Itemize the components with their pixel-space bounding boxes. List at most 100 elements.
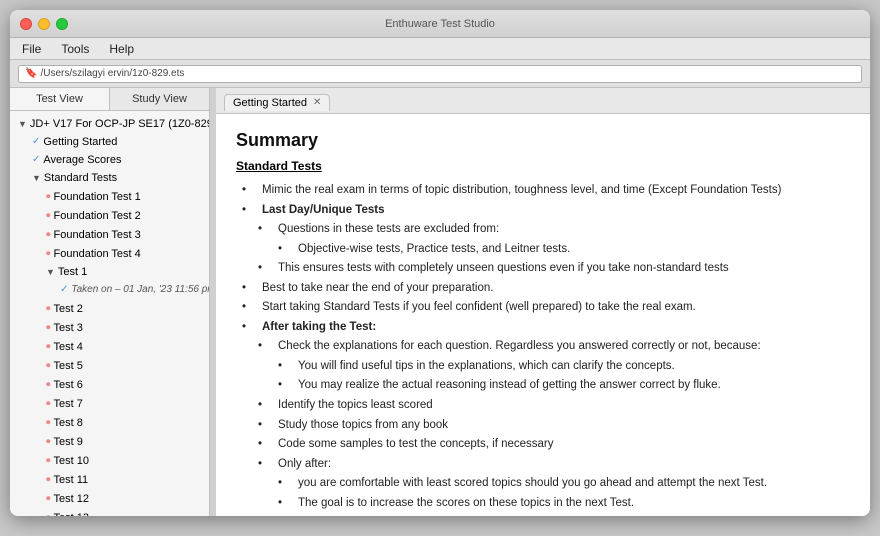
tree-item-icon: ⏺	[46, 490, 51, 507]
content-item: •Objective-wise tests, Practice tests, a…	[236, 240, 850, 260]
content-item: •Code some samples to test the concepts,…	[236, 435, 850, 455]
tree-item-label: Foundation Test 1	[54, 189, 141, 205]
tree-item-label: Test 4	[54, 339, 83, 355]
menubar: File Tools Help	[10, 38, 870, 60]
tree-item-icon: ⏺	[46, 471, 51, 488]
tree-item-label: Foundation Test 2	[54, 208, 141, 224]
tree-item-icon: ⏺	[46, 226, 51, 243]
content-item: •Check the explanations for each questio…	[236, 337, 850, 357]
main-window: Enthuware Test Studio File Tools Help 🔖 …	[10, 10, 870, 516]
tree-item-label: Getting Started	[43, 134, 117, 150]
tree-item-label: JD+ V17 For OCP-JP SE17 (1Z0-829)	[30, 116, 209, 132]
tree-item-icon: ⏺	[46, 245, 51, 262]
tree-item-icon: ✓	[60, 282, 68, 298]
tab-test-view[interactable]: Test View	[10, 88, 110, 110]
tree-item[interactable]: ⏺ Foundation Test 2	[10, 206, 209, 225]
path-text: /Users/szilagyi ervin/1z0-829.ets	[40, 68, 184, 79]
main-tab-getting-started[interactable]: Getting Started ✕	[224, 94, 330, 111]
tree-item[interactable]: ⏺ Test 8	[10, 413, 209, 432]
tree-item-label: Test 11	[54, 472, 89, 488]
traffic-lights	[20, 18, 68, 30]
tree-item-icon: ⏺	[46, 357, 51, 374]
content-item: •Consider yourself well prepared once yo…	[236, 513, 850, 516]
menu-help[interactable]: Help	[105, 40, 138, 58]
tree-item-icon: ⏺	[46, 433, 51, 450]
tree-item-label: Average Scores	[43, 152, 121, 168]
main-panel: Getting Started ✕ Summary Standard Tests…	[216, 88, 870, 516]
main-tab-bar: Getting Started ✕	[216, 88, 870, 114]
tab-study-view[interactable]: Study View	[110, 88, 209, 110]
section-title: Standard Tests	[236, 159, 850, 173]
content-item: •Mimic the real exam in terms of topic d…	[236, 181, 850, 201]
content-item: •you are comfortable with least scored t…	[236, 474, 850, 494]
sidebar-tab-bar: Test View Study View	[10, 88, 209, 111]
content-item: •Start taking Standard Tests if you feel…	[236, 298, 850, 318]
tree-item[interactable]: ✓ Taken on – 01 Jan, '23 11:56 pm	[10, 281, 209, 299]
main-tab-close[interactable]: ✕	[313, 98, 321, 108]
tree-item[interactable]: ✓ Average Scores	[10, 151, 209, 169]
tree-item-label: Test 1	[58, 264, 87, 280]
tree-item-icon: ⏺	[46, 338, 51, 355]
sidebar: Test View Study View ▼ JD+ V17 For OCP-J…	[10, 88, 210, 516]
tree-item-icon: ⏺	[46, 188, 51, 205]
tree-item[interactable]: ⏺ Foundation Test 1	[10, 187, 209, 206]
tree-item-label: Test 3	[54, 320, 83, 336]
tree-item[interactable]: ⏺ Test 3	[10, 318, 209, 337]
content-item: •Study those topics from any book	[236, 416, 850, 436]
tree-item[interactable]: ⏺ Test 9	[10, 432, 209, 451]
tree-item[interactable]: ✓ Getting Started	[10, 133, 209, 151]
tree[interactable]: ▼ JD+ V17 For OCP-JP SE17 (1Z0-829)✓ Get…	[10, 111, 209, 516]
tree-item-icon: ⏺	[46, 452, 51, 469]
tree-item-label: Test 2	[54, 301, 83, 317]
tree-item[interactable]: ⏺ Test 6	[10, 375, 209, 394]
tree-item-label: Test 5	[54, 358, 83, 374]
tree-item[interactable]: ▼ Test 1	[10, 263, 209, 281]
tree-item-icon: ⏺	[46, 319, 51, 336]
tree-item-icon: ▼	[32, 170, 41, 186]
content-item: •Last Day/Unique Tests	[236, 201, 850, 221]
tree-item-icon: ✓	[32, 134, 40, 150]
path-bar: 🔖 /Users/szilagyi ervin/1z0-829.ets	[18, 65, 862, 83]
content-item: •The goal is to increase the scores on t…	[236, 494, 850, 514]
tree-item[interactable]: ⏺ Foundation Test 4	[10, 244, 209, 263]
maximize-button[interactable]	[56, 18, 68, 30]
tree-item-label: Test 13	[54, 510, 89, 517]
tree-item[interactable]: ▼ JD+ V17 For OCP-JP SE17 (1Z0-829)	[10, 115, 209, 133]
tree-item[interactable]: ⏺ Test 4	[10, 337, 209, 356]
close-button[interactable]	[20, 18, 32, 30]
window-title: Enthuware Test Studio	[385, 18, 495, 30]
tree-item[interactable]: ⏺ Foundation Test 3	[10, 225, 209, 244]
tree-item-label: Foundation Test 4	[54, 246, 141, 262]
menu-file[interactable]: File	[18, 40, 45, 58]
content-item: •Questions in these tests are excluded f…	[236, 220, 850, 240]
tree-item[interactable]: ⏺ Test 13	[10, 508, 209, 516]
content-scroll[interactable]: Summary Standard Tests •Mimic the real e…	[216, 114, 870, 516]
tree-item-label: Test 7	[54, 396, 83, 412]
tree-item[interactable]: ⏺ Test 11	[10, 470, 209, 489]
tree-item-icon: ▼	[18, 116, 27, 132]
tree-item[interactable]: ⏺ Test 10	[10, 451, 209, 470]
tree-item-icon: ⏺	[46, 300, 51, 317]
content-item: •This ensures tests with completely unse…	[236, 259, 850, 279]
tree-item-label: Foundation Test 3	[54, 227, 141, 243]
tree-item-label: Standard Tests	[44, 170, 117, 186]
tree-item-icon: ⏺	[46, 207, 51, 224]
main-tab-label: Getting Started	[233, 97, 307, 109]
toolbar: 🔖 /Users/szilagyi ervin/1z0-829.ets	[10, 60, 870, 88]
minimize-button[interactable]	[38, 18, 50, 30]
content-item: •You may realize the actual reasoning in…	[236, 376, 850, 396]
tree-item-label: Test 12	[54, 491, 89, 507]
content-item: •After taking the Test:	[236, 318, 850, 338]
tree-item[interactable]: ⏺ Test 5	[10, 356, 209, 375]
tree-item[interactable]: ▼ Standard Tests	[10, 169, 209, 187]
summary-title: Summary	[236, 130, 850, 151]
content-item: •Identify the topics least scored	[236, 396, 850, 416]
content-item: •Only after:	[236, 455, 850, 475]
tree-item-label: Test 8	[54, 415, 83, 431]
tree-item-icon: ✓	[32, 152, 40, 168]
content-item: •You will find useful tips in the explan…	[236, 357, 850, 377]
tree-item[interactable]: ⏺ Test 12	[10, 489, 209, 508]
tree-item[interactable]: ⏺ Test 7	[10, 394, 209, 413]
menu-tools[interactable]: Tools	[57, 40, 93, 58]
tree-item[interactable]: ⏺ Test 2	[10, 299, 209, 318]
